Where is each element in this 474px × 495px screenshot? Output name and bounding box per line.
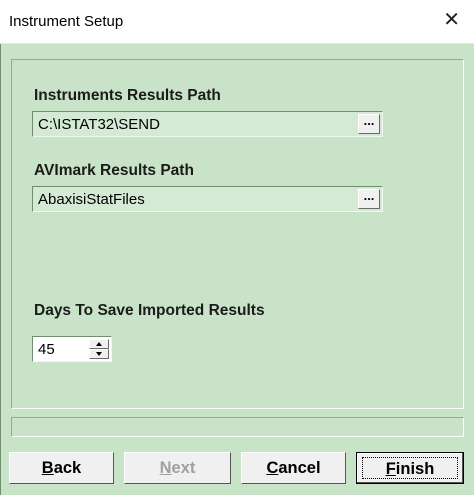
avimark-results-path-field[interactable]: AbaxisiStatFiles ... <box>32 186 383 212</box>
close-icon[interactable]: ✕ <box>443 10 460 30</box>
instruments-results-path-field[interactable]: C:\ISTAT32\SEND ... <box>32 111 383 137</box>
back-mnemonic: B <box>41 459 54 477</box>
next-label: ext <box>171 459 196 477</box>
finish-button[interactable]: Finish <box>356 452 464 484</box>
window-title: Instrument Setup <box>9 13 124 30</box>
finish-focus-rect: Finish <box>362 457 458 479</box>
finish-label: inish <box>395 460 435 478</box>
status-bar <box>11 417 464 437</box>
arrow-down-icon <box>96 352 102 356</box>
back-label: ack <box>53 459 82 477</box>
cancel-mnemonic: C <box>266 459 279 477</box>
increment-button[interactable] <box>89 339 109 349</box>
dialog-body: Instruments Results Path C:\ISTAT32\SEND… <box>0 44 474 495</box>
avimark-results-path-label: AVImark Results Path <box>34 162 194 179</box>
finish-mnemonic: F <box>385 460 396 478</box>
days-to-save-value: 45 <box>38 341 55 358</box>
instruments-path-browse-button[interactable]: ... <box>358 114 380 134</box>
cancel-button[interactable]: Cancel <box>241 452 346 484</box>
back-button[interactable]: Back <box>9 452 114 484</box>
days-to-save-stepper[interactable]: 45 <box>32 336 112 362</box>
cancel-label: ancel <box>278 459 321 477</box>
next-mnemonic: N <box>159 459 172 477</box>
avimark-results-path-value: AbaxisiStatFiles <box>38 191 145 208</box>
settings-panel: Instruments Results Path C:\ISTAT32\SEND… <box>11 59 464 409</box>
instruments-results-path-value: C:\ISTAT32\SEND <box>38 116 160 133</box>
instruments-results-path-label: Instruments Results Path <box>34 87 221 104</box>
arrow-up-icon <box>96 342 102 346</box>
title-bar: Instrument Setup ✕ <box>0 0 474 44</box>
days-to-save-label: Days To Save Imported Results <box>34 302 265 319</box>
next-button[interactable]: Next <box>124 452 231 484</box>
decrement-button[interactable] <box>89 349 109 359</box>
avimark-path-browse-button[interactable]: ... <box>358 189 380 209</box>
